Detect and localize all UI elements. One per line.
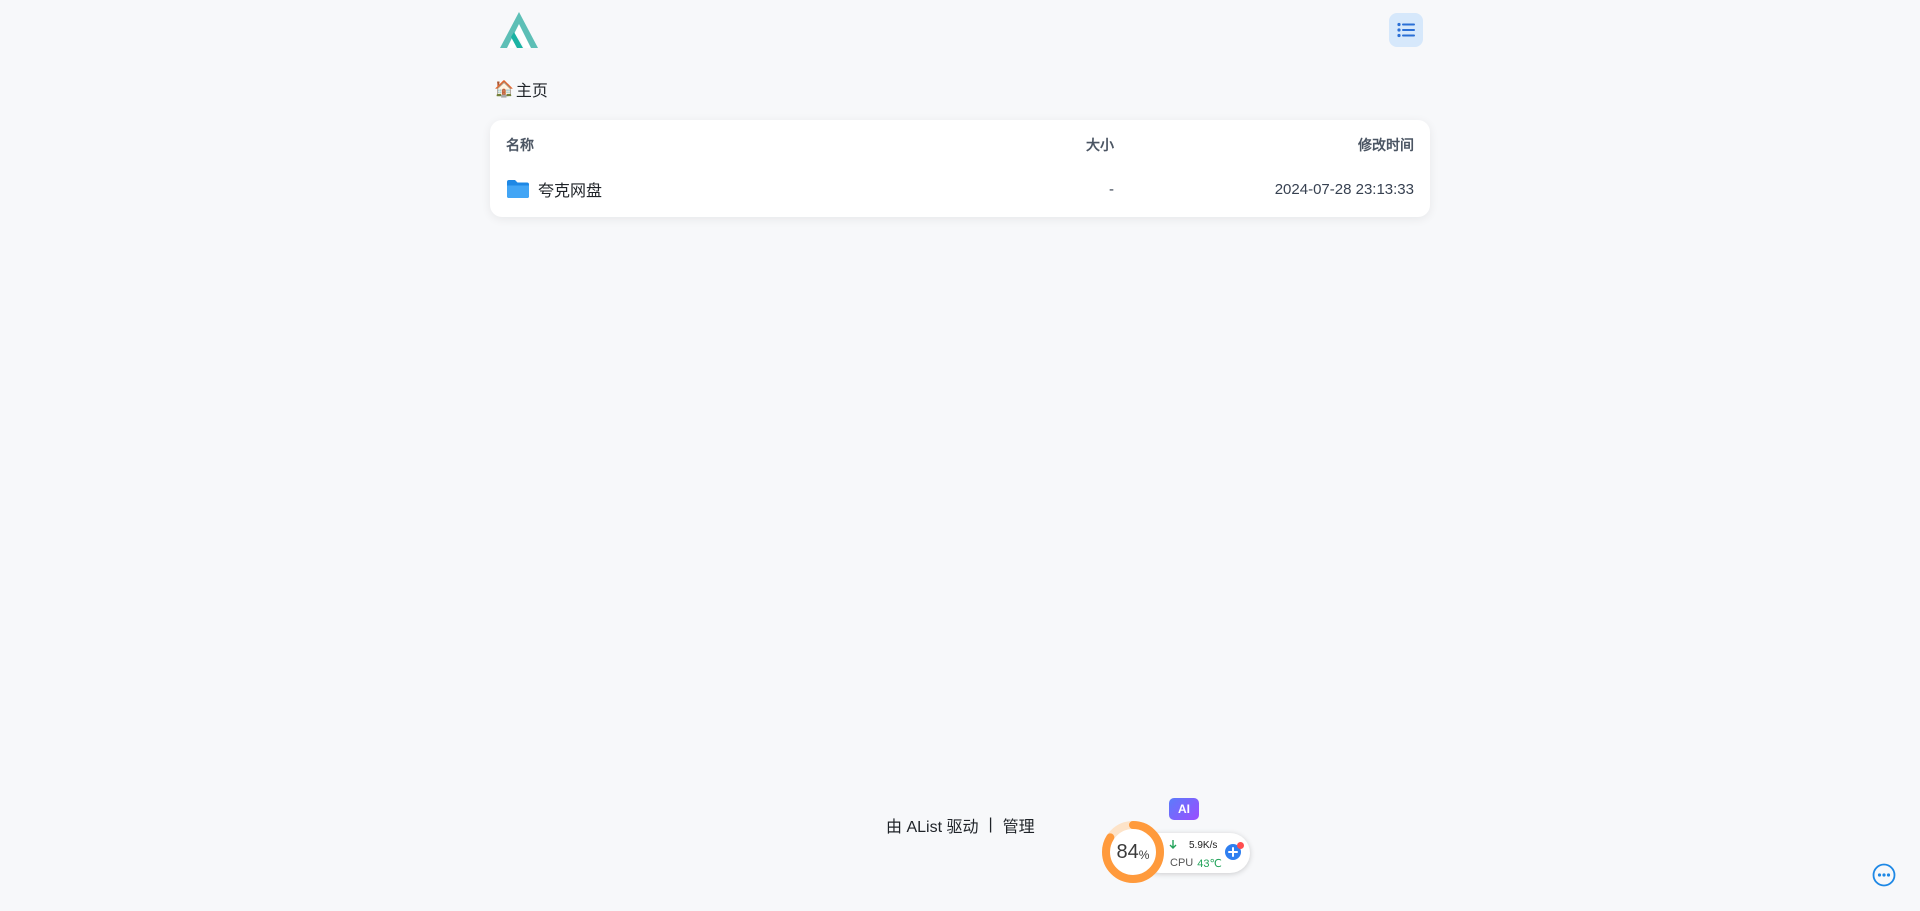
notification-dot xyxy=(1237,842,1244,849)
net-speed: 5.9K/s xyxy=(1189,839,1218,851)
arrow-down-icon xyxy=(1169,840,1177,849)
footer: 由 AList 驱动 | 管理 xyxy=(886,814,1035,836)
header-size[interactable]: 大小 xyxy=(1046,135,1114,155)
header-modified[interactable]: 修改时间 xyxy=(1114,135,1414,155)
admin-link[interactable]: 管理 xyxy=(1003,813,1035,837)
list-menu-icon xyxy=(1397,22,1415,38)
cpu-label: CPU xyxy=(1170,857,1194,869)
table-header-row: 名称 大小 修改时间 xyxy=(506,134,1414,156)
usage-percent-value: 84 xyxy=(1116,840,1139,863)
breadcrumb[interactable]: 🏠 主页 xyxy=(494,77,548,101)
page-root: 🏠 主页 名称 大小 修改时间 夸克网盘 - 2024-07-28 23:13:… xyxy=(0,0,1920,911)
powered-by-link[interactable]: 由 AList 驱动 xyxy=(886,813,978,837)
file-list-card: 名称 大小 修改时间 夸克网盘 - 2024-07-28 23:13:33 xyxy=(490,120,1430,217)
row-size: - xyxy=(1109,180,1114,198)
cpu-line: CPU 43℃ xyxy=(1170,856,1222,870)
footer-separator: | xyxy=(988,816,993,833)
usage-percent-label: 84 % xyxy=(1101,820,1165,884)
row-name-cell: 夸克网盘 xyxy=(506,177,1046,201)
home-icon: 🏠 xyxy=(494,81,514,98)
table-row[interactable]: 夸克网盘 - 2024-07-28 23:13:33 xyxy=(506,175,1414,203)
breadcrumb-home-label[interactable]: 主页 xyxy=(516,77,548,101)
list-menu-button[interactable] xyxy=(1389,13,1423,47)
usage-percent-unit: % xyxy=(1138,848,1150,862)
more-horizontal-icon xyxy=(1872,863,1896,887)
cpu-temp: 43℃ xyxy=(1197,857,1222,870)
more-button[interactable] xyxy=(1872,863,1896,887)
folder-icon xyxy=(507,180,529,198)
header-name[interactable]: 名称 xyxy=(506,135,1046,155)
net-speed-line: 5.9K/s xyxy=(1169,838,1217,852)
ai-badge[interactable]: AI xyxy=(1169,798,1199,820)
row-name: 夸克网盘 xyxy=(538,183,603,200)
alist-logo-icon[interactable] xyxy=(497,10,541,50)
row-modified: 2024-07-28 23:13:33 xyxy=(1274,180,1414,198)
